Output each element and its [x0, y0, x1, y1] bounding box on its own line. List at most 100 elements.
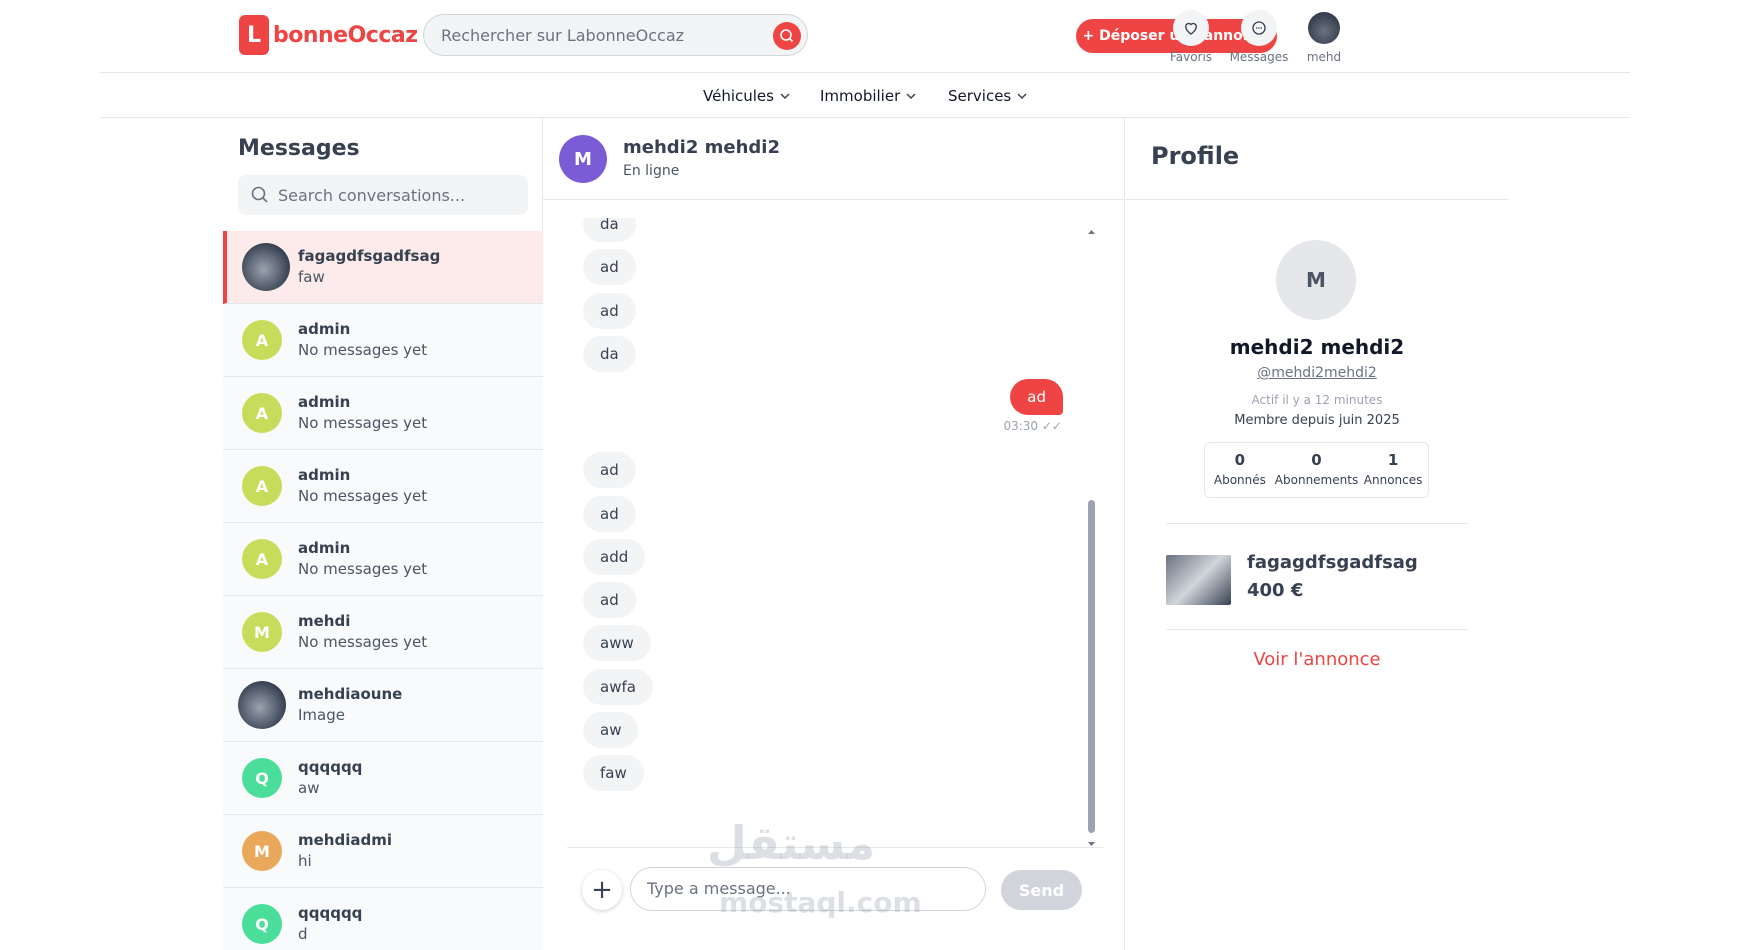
- conversation-name: qqqqqq: [298, 904, 363, 922]
- conversation-item[interactable]: mehdiaoune Image: [223, 669, 543, 742]
- top-header: L bonneOccaz Rechercher sur LabonneOccaz…: [100, 0, 1630, 73]
- sent-message[interactable]: ad: [1010, 379, 1063, 416]
- avatar: Q: [242, 758, 282, 798]
- messages-label: Messages: [1229, 50, 1289, 64]
- conversation-name: admin: [298, 466, 351, 484]
- chevron-down-icon: [780, 93, 790, 100]
- profile-title: Profile: [1151, 142, 1240, 170]
- favoris-button[interactable]: Favoris: [1156, 10, 1226, 64]
- chat-contact-name[interactable]: mehdi2 mehdi2: [623, 137, 780, 158]
- profile-member-since: Membre depuis juin 2025: [1234, 413, 1400, 428]
- stat-annonces[interactable]: 1 Annonces: [1358, 443, 1428, 497]
- conversation-item[interactable]: Mmehdiadmi hi: [223, 815, 543, 888]
- nav-services[interactable]: Services: [948, 87, 1027, 105]
- search-icon: [780, 29, 794, 43]
- nav-vehicules[interactable]: Véhicules: [703, 87, 790, 105]
- avatar: [238, 681, 286, 729]
- conversation-item[interactable]: Aadmin No messages yet: [223, 377, 543, 450]
- message-input-placeholder: Type a message...: [647, 879, 791, 898]
- conversation-last-message: hi: [298, 852, 312, 870]
- profile-name: mehdi2 mehdi2: [1229, 335, 1405, 359]
- received-message[interactable]: aw: [583, 712, 639, 748]
- conversations-panel: Messages Search conversations... fagagdf…: [223, 118, 543, 950]
- site-search-placeholder: Rechercher sur LabonneOccaz: [441, 26, 685, 45]
- user-menu[interactable]: mehd: [1289, 10, 1359, 64]
- received-message[interactable]: add: [583, 538, 646, 575]
- received-message[interactable]: awfa: [583, 668, 653, 705]
- site-search-input[interactable]: Rechercher sur LabonneOccaz: [423, 14, 808, 56]
- conversation-last-message: d: [298, 925, 308, 943]
- conversation-item[interactable]: Mmehdi No messages yet: [223, 596, 543, 669]
- attach-button[interactable]: +: [582, 870, 622, 910]
- conversation-last-message: No messages yet: [298, 487, 428, 505]
- conversation-search-input[interactable]: Search conversations...: [238, 175, 528, 215]
- divider: [1126, 199, 1508, 200]
- scrollbar-thumb[interactable]: [1088, 500, 1095, 833]
- conversation-item[interactable]: Aadmin No messages yet: [223, 523, 543, 596]
- conversation-name: admin: [298, 320, 351, 338]
- chevron-down-icon: [1017, 93, 1027, 100]
- send-button[interactable]: Send: [1001, 870, 1082, 910]
- conversation-item[interactable]: fagagdfsgadfsag faw: [223, 231, 543, 304]
- avatar: A: [242, 320, 282, 360]
- profile-stats: 0 Abonnés 0 Abonnements 1 Annonces: [1204, 442, 1429, 498]
- message-input[interactable]: Type a message...: [630, 867, 986, 911]
- logo-text: bonneOccaz: [273, 22, 418, 48]
- user-label: mehd: [1306, 50, 1342, 64]
- category-nav: Véhicules Immobilier Services: [100, 74, 1630, 118]
- received-message[interactable]: aww: [583, 625, 651, 662]
- view-listing-link[interactable]: Voir l'annonce: [1126, 649, 1508, 670]
- listing-price: 400 €: [1247, 580, 1304, 601]
- messages-title: Messages: [238, 136, 360, 161]
- nav-immobilier[interactable]: Immobilier: [820, 87, 916, 105]
- chat-avatar: M: [559, 135, 607, 183]
- received-message[interactable]: ad: [583, 452, 636, 489]
- chevron-down-icon: [906, 93, 916, 100]
- conversation-name: mehdiadmi: [298, 831, 392, 849]
- conversation-last-message: No messages yet: [298, 560, 428, 578]
- chat-panel: M mehdi2 mehdi2 En ligne da ad ad da ad 03:30…: [543, 118, 1125, 950]
- user-avatar: [1308, 12, 1340, 44]
- conversation-item[interactable]: Aadmin No messages yet: [223, 304, 543, 377]
- conversation-last-message: faw: [298, 268, 325, 286]
- message-thread[interactable]: da ad ad da ad 03:30 ✓✓ ad ad add ad aww awfa aw faw: [543, 218, 1103, 848]
- stat-abonnes[interactable]: 0 Abonnés: [1205, 443, 1275, 497]
- plus-icon: +: [591, 875, 613, 905]
- conversation-item[interactable]: Aadmin No messages yet: [223, 450, 543, 523]
- listing-thumbnail[interactable]: [1166, 555, 1231, 605]
- conversation-name: fagagdfsgadfsag: [298, 247, 441, 265]
- heart-icon: [1185, 22, 1197, 35]
- search-icon: [251, 186, 268, 203]
- conversation-last-message: No messages yet: [298, 414, 428, 432]
- conversation-item[interactable]: Qqqqqqq aw: [223, 742, 543, 815]
- message-composer: + Type a message... Send مستقل mostaql.c…: [567, 818, 1103, 950]
- avatar: M: [242, 612, 282, 652]
- received-message[interactable]: da: [583, 335, 636, 372]
- received-message[interactable]: faw: [583, 755, 644, 792]
- conversation-last-message: aw: [298, 779, 320, 797]
- messages-button[interactable]: Messages: [1224, 10, 1294, 64]
- stat-abonnements[interactable]: 0 Abonnements: [1275, 443, 1358, 497]
- received-message[interactable]: ad: [583, 249, 636, 286]
- received-message[interactable]: ad: [583, 292, 636, 329]
- conversation-name: qqqqqq: [298, 758, 363, 776]
- listing-title[interactable]: fagagdfsgadfsag: [1247, 552, 1418, 573]
- conversation-item[interactable]: Qqqqqqq d: [223, 888, 543, 950]
- conversation-search-placeholder: Search conversations...: [278, 186, 466, 205]
- received-message[interactable]: da: [583, 218, 636, 242]
- chat-header: M mehdi2 mehdi2 En ligne: [543, 118, 1125, 200]
- divider: [1166, 629, 1468, 630]
- divider: [1166, 523, 1468, 524]
- profile-last-active: Actif il y a 12 minutes: [1251, 393, 1383, 407]
- profile-panel: Profile M mehdi2 mehdi2 @mehdi2mehdi2 Ac…: [1126, 118, 1508, 950]
- search-button[interactable]: [773, 22, 801, 50]
- received-message[interactable]: ad: [583, 495, 636, 532]
- logo[interactable]: L bonneOccaz: [239, 15, 418, 55]
- profile-username[interactable]: @mehdi2mehdi2: [1126, 365, 1508, 381]
- favoris-label: Favoris: [1169, 50, 1213, 64]
- chat-icon: [1252, 21, 1266, 35]
- scrollbar[interactable]: [1086, 228, 1096, 848]
- received-message[interactable]: ad: [583, 582, 636, 619]
- conversation-last-message: No messages yet: [298, 633, 428, 651]
- profile-avatar: M: [1276, 240, 1356, 320]
